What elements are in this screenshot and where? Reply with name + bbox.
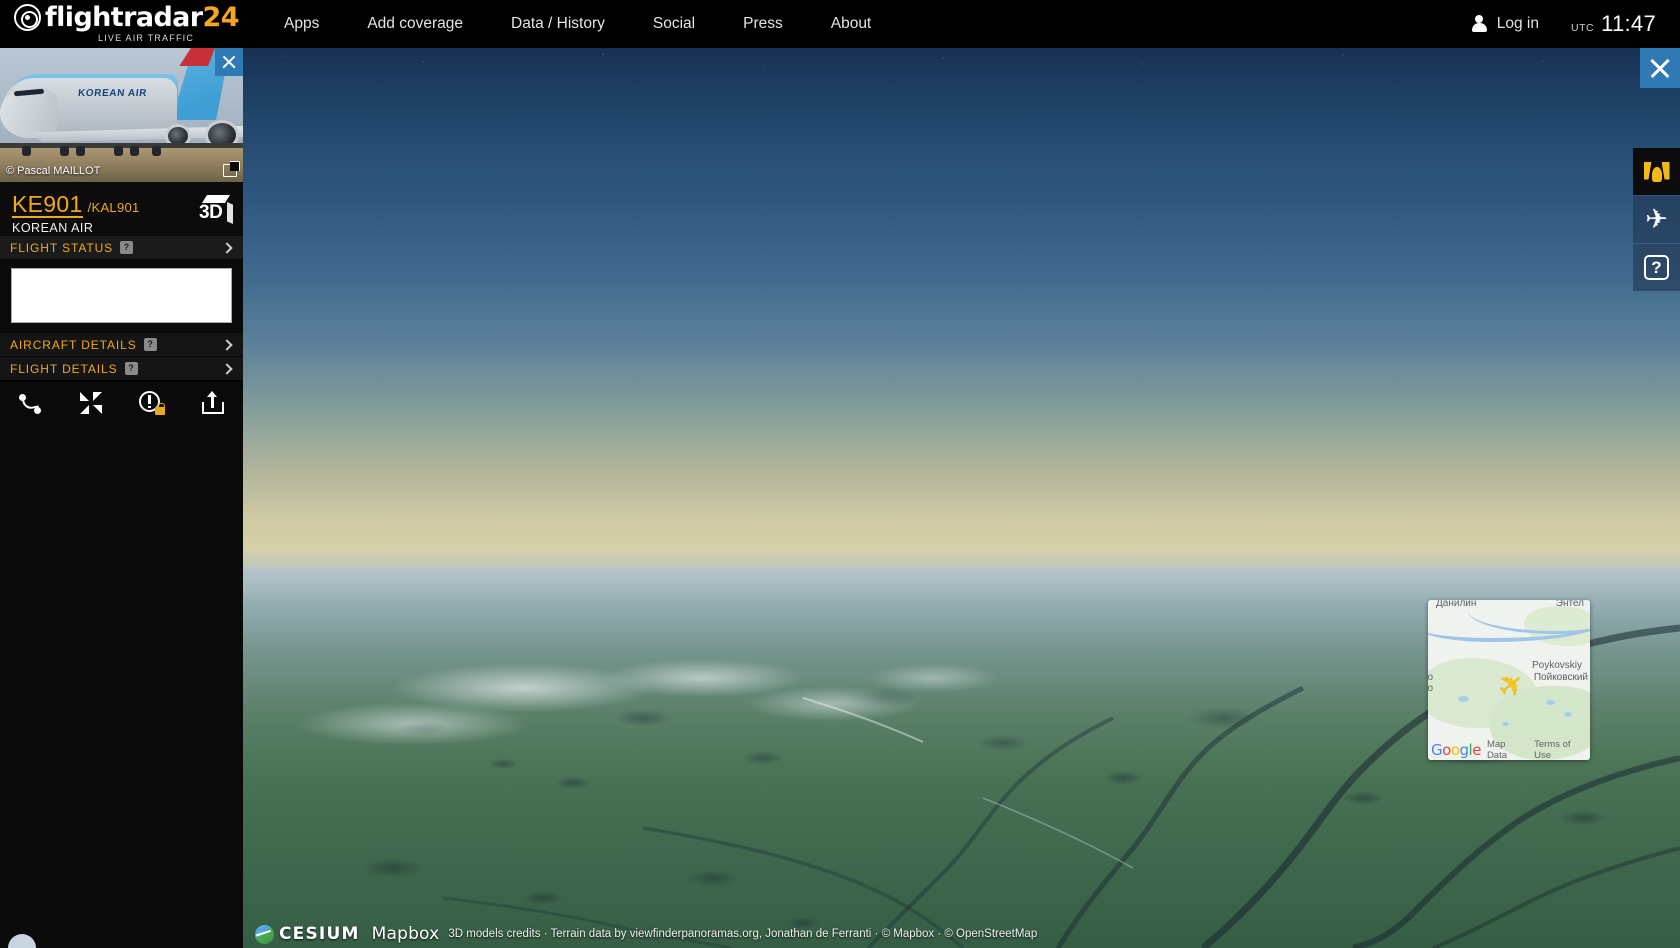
- map-attribution-bar: CESIUM Mapbox 3D models credits · Terrai…: [243, 920, 1680, 948]
- help-icon[interactable]: ?: [143, 338, 157, 351]
- minimap-label-left-2: но: [1428, 683, 1434, 694]
- close-panel-button[interactable]: [215, 48, 243, 76]
- top-navigation-bar: flightradar24 LIVE AIR TRAFFIC Apps Add …: [0, 0, 1680, 48]
- section-flight-status-label: FLIGHT STATUS: [10, 240, 114, 255]
- photo-credit: © Pascal MAILLOT: [6, 165, 101, 177]
- cesium-3d-view[interactable]: Данилин Энтел но но Poykovskiy Пойковски…: [243, 48, 1680, 948]
- follow-aircraft-button[interactable]: ✈: [1633, 196, 1680, 243]
- close-3d-view-button[interactable]: [1640, 48, 1680, 88]
- help-icon[interactable]: ?: [120, 241, 134, 254]
- minimap-terms-link[interactable]: Terms of Use: [1534, 739, 1590, 760]
- cube-side-face: [227, 202, 233, 224]
- google-logo: Google: [1431, 741, 1481, 759]
- chevron-right-icon: [221, 338, 233, 351]
- nav-press[interactable]: Press: [719, 0, 807, 48]
- airplane-icon: ✈: [1645, 204, 1668, 234]
- minimap-map-data-link[interactable]: Map Data: [1487, 739, 1528, 760]
- badge-3d-label: 3D: [199, 202, 223, 223]
- minimap-lake: [1564, 712, 1572, 717]
- cesium-logo[interactable]: CESIUM: [255, 924, 360, 944]
- flight-info-panel: KOREAN AIR © Pascal MAILLOT KE901/KAL901…: [0, 48, 243, 948]
- cesium-label: CESIUM: [279, 924, 360, 944]
- section-aircraft-details-label: AIRCRAFT DETAILS: [10, 337, 137, 352]
- map-control-group: ✈ ?: [1633, 148, 1680, 292]
- alert-lock-icon: [138, 390, 165, 415]
- radar-logo-icon: [14, 4, 41, 31]
- minimap-town-ru: Пойковский: [1533, 672, 1588, 683]
- photo-landing-gear: [76, 146, 85, 156]
- minimap-label-left-1: но: [1428, 672, 1434, 683]
- logo-text-main: flightradar: [45, 2, 203, 33]
- nav-right-group: Log in UTC 11:47: [1471, 11, 1680, 37]
- flight-path-icon: [19, 392, 42, 414]
- logo-wordmark: flightradar24: [45, 4, 239, 31]
- chevron-right-icon: [221, 241, 233, 254]
- utc-label: UTC: [1570, 22, 1595, 34]
- user-icon: [1471, 15, 1488, 33]
- minimap[interactable]: Данилин Энтел но но Poykovskiy Пойковски…: [1428, 600, 1590, 760]
- help-button[interactable]: ?: [1633, 244, 1680, 291]
- photo-landing-gear: [22, 146, 31, 156]
- nav-links: Apps Add coverage Data / History Social …: [260, 0, 895, 48]
- minimap-lake: [1502, 722, 1509, 726]
- logo-text-number: 24: [202, 2, 240, 33]
- mapbox-logo[interactable]: Mapbox: [372, 924, 440, 944]
- logo-tagline: LIVE AIR TRAFFIC: [98, 33, 195, 43]
- utc-time: 11:47: [1601, 11, 1656, 36]
- share-flight-path-button[interactable]: [0, 382, 61, 424]
- minimap-town-en: Poykovskiy: [1531, 660, 1582, 671]
- utc-clock: UTC 11:47: [1571, 11, 1656, 37]
- flight-number[interactable]: KE901: [12, 192, 83, 219]
- attribution-text[interactable]: 3D models credits · Terrain data by view…: [448, 928, 1037, 940]
- photo-livery-title: KOREAN AIR: [77, 88, 148, 99]
- flightradar24-3d-view: flightradar24 LIVE AIR TRAFFIC Apps Add …: [0, 0, 1680, 948]
- minimap-label-top-right: Энтел: [1555, 600, 1584, 609]
- flight-callsign: /KAL901: [87, 200, 140, 215]
- stars: [243, 48, 1680, 78]
- flight-status-content: [11, 268, 232, 323]
- login-button[interactable]: Log in: [1471, 15, 1539, 33]
- flight-header: KE901/KAL901 KOREAN AIR 3D: [0, 182, 243, 236]
- photo-landing-gear: [114, 146, 123, 156]
- 3d-view-badge[interactable]: 3D: [199, 195, 233, 225]
- login-label: Log in: [1496, 15, 1539, 32]
- photo-landing-gear: [130, 146, 139, 156]
- section-aircraft-details[interactable]: AIRCRAFT DETAILS ?: [0, 333, 243, 357]
- photo-landing-gear: [60, 146, 69, 156]
- minimap-lake: [1458, 696, 1469, 702]
- sky-gradient: [243, 48, 1680, 558]
- site-logo[interactable]: flightradar24 LIVE AIR TRAFFIC: [0, 0, 240, 48]
- minimap-lake: [1546, 700, 1555, 705]
- report-issue-button[interactable]: [122, 382, 183, 424]
- photo-nose: [0, 88, 58, 138]
- share-button[interactable]: [182, 382, 243, 424]
- cockpit-view-button[interactable]: [1633, 148, 1680, 195]
- help-icon[interactable]: ?: [124, 362, 138, 375]
- section-flight-status[interactable]: FLIGHT STATUS ?: [0, 236, 243, 260]
- section-flight-details-label: FLIGHT DETAILS: [10, 361, 118, 376]
- nav-about[interactable]: About: [807, 0, 896, 48]
- collapse-panel-button[interactable]: [61, 382, 122, 424]
- aircraft-photo[interactable]: KOREAN AIR © Pascal MAILLOT: [0, 48, 243, 182]
- cockpit-view-icon: [1643, 161, 1670, 182]
- nav-data-history[interactable]: Data / History: [487, 0, 629, 48]
- minimap-footer: Google Map Data Terms of Use: [1428, 739, 1590, 760]
- photo-landing-gear: [152, 146, 161, 156]
- nav-social[interactable]: Social: [629, 0, 719, 48]
- collapse-arrows-icon: [80, 391, 103, 414]
- expand-photo-icon[interactable]: [223, 161, 240, 177]
- nav-add-coverage[interactable]: Add coverage: [343, 0, 487, 48]
- cesium-icon: [255, 924, 274, 944]
- panel-tool-row: [0, 381, 243, 423]
- section-flight-details[interactable]: FLIGHT DETAILS ?: [0, 357, 243, 381]
- minimap-label-top-left: Данилин: [1436, 600, 1477, 609]
- question-mark-icon: ?: [1644, 255, 1669, 280]
- nav-apps[interactable]: Apps: [260, 0, 343, 48]
- upload-share-icon: [201, 390, 224, 414]
- chevron-right-icon: [221, 362, 233, 375]
